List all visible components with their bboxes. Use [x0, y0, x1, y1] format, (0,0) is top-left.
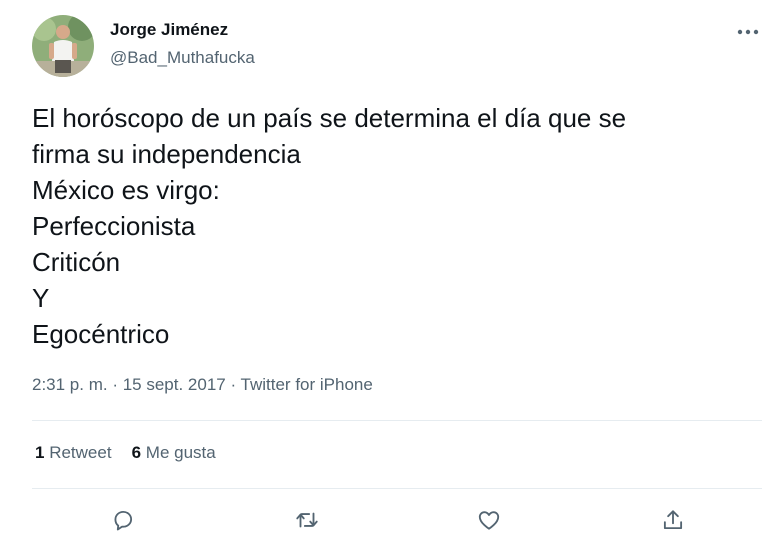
like-button[interactable] [474, 505, 504, 535]
retweet-icon [296, 512, 318, 528]
tweet-line: Criticón [32, 247, 121, 277]
retweets-label: Retweet [49, 443, 112, 462]
likes-label: Me gusta [145, 443, 216, 462]
tweet-line: Egocéntrico [32, 319, 170, 349]
avatar[interactable] [32, 15, 94, 77]
author-handle[interactable]: @Bad_Muthafucka [110, 48, 255, 68]
tweet-line: El horóscopo de un país se determina el … [32, 103, 627, 133]
tweet-line: firma su independencia [32, 139, 301, 169]
tweet-line: México es virgo: [32, 175, 220, 205]
likes-stat[interactable]: 6 Me gusta [132, 443, 216, 462]
retweets-stat[interactable]: 1 Retweet [35, 443, 112, 462]
tweet-text: El horóscopo de un país se determina el … [32, 100, 732, 352]
share-button[interactable] [658, 505, 688, 535]
retweet-button[interactable] [292, 505, 322, 535]
author-name[interactable]: Jorge Jiménez [110, 20, 228, 40]
reply-icon [114, 510, 133, 531]
retweets-count: 1 [35, 443, 45, 462]
divider [32, 420, 762, 421]
more-options-icon[interactable] [735, 22, 761, 42]
tweet-line: Perfeccionista [32, 211, 196, 241]
tweet-stats: 1 Retweet 6 Me gusta [35, 443, 236, 463]
tweet-card: Jorge Jiménez @Bad_Muthafucka El horósco… [0, 0, 773, 549]
tweet-timestamp[interactable]: 2:31 p. m. · 15 sept. 2017 · Twitter for… [32, 375, 373, 395]
likes-count: 6 [131, 443, 142, 462]
like-icon [478, 511, 500, 530]
share-icon [663, 510, 683, 530]
tweet-line: Y [32, 283, 50, 313]
divider [32, 488, 762, 489]
reply-button[interactable] [108, 505, 138, 535]
